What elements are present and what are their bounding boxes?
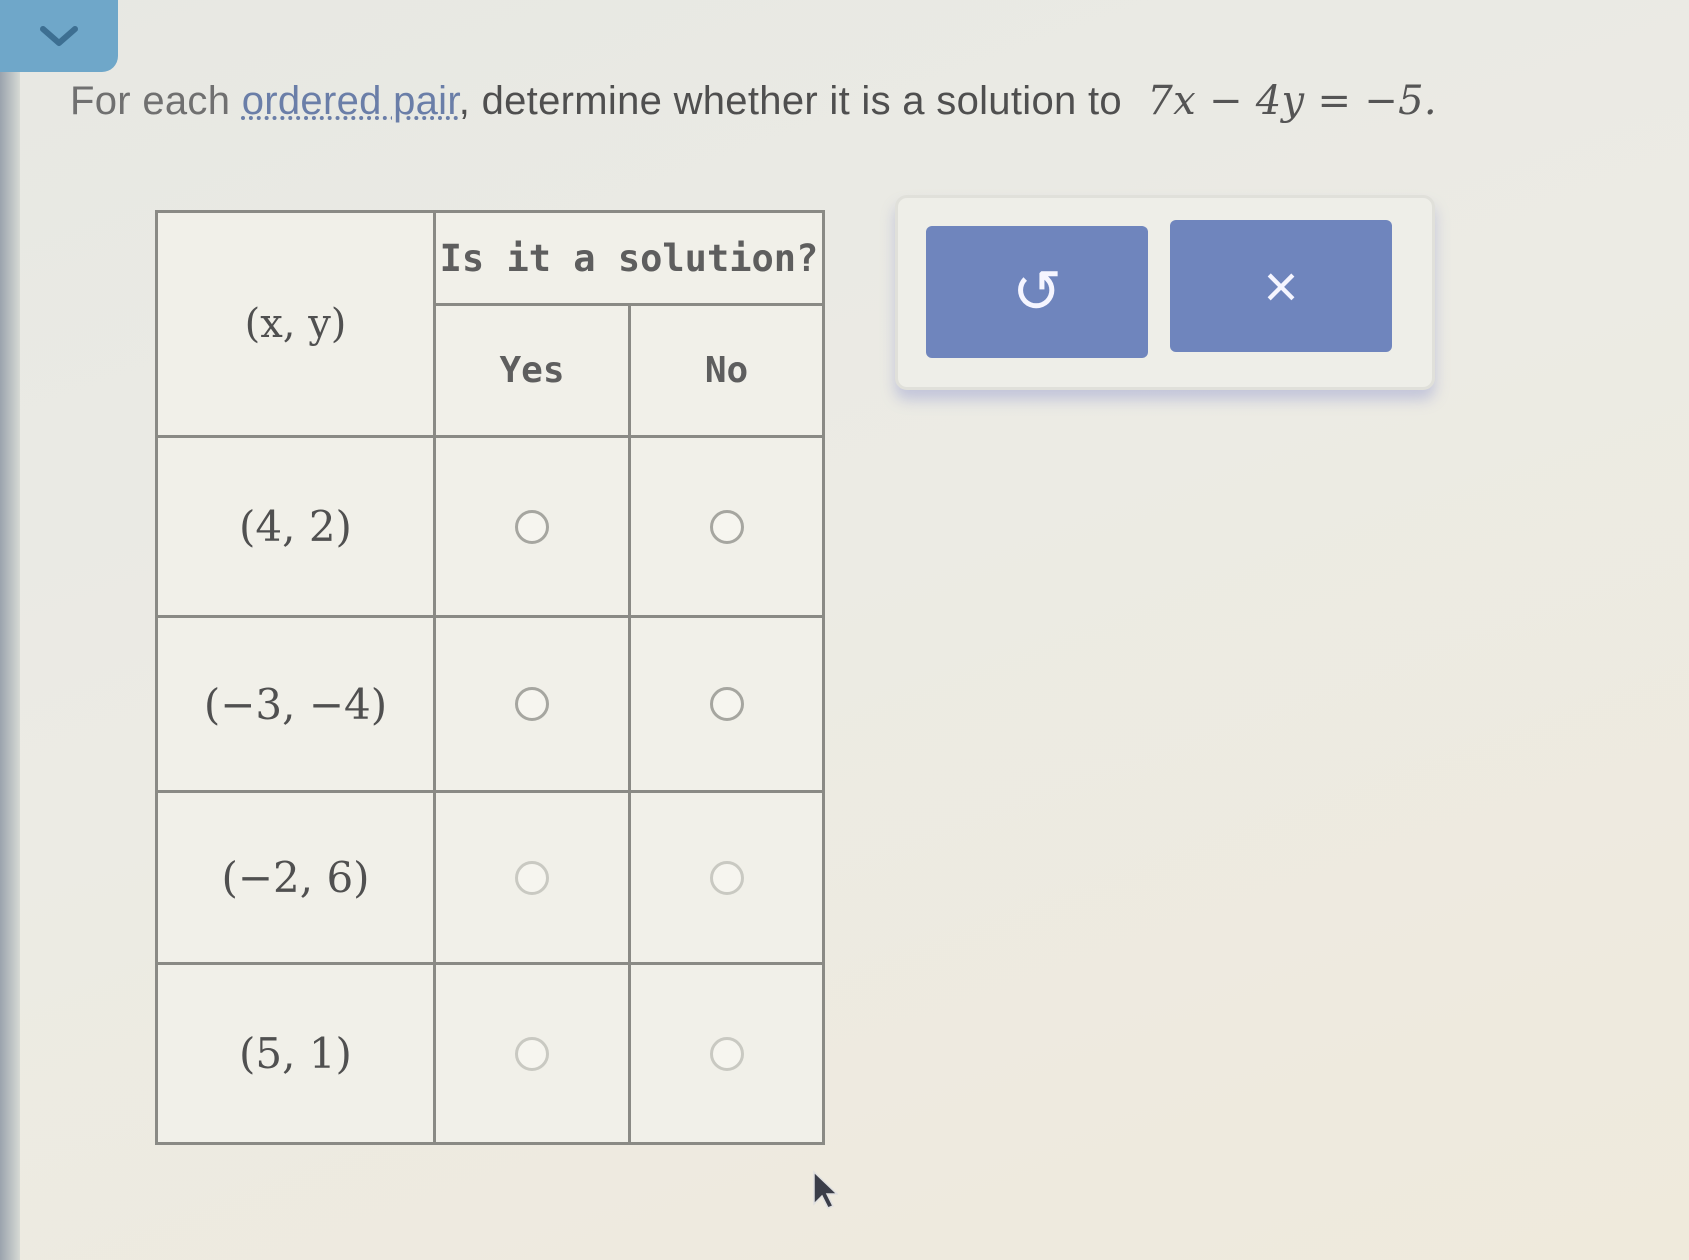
undo-button[interactable]: ↺ (926, 226, 1148, 358)
radio-no-row-3[interactable] (709, 860, 744, 895)
radio-yes-row-1[interactable] (515, 509, 549, 544)
clear-button[interactable]: × (1170, 220, 1392, 352)
radio-yes-row-2[interactable] (515, 687, 549, 721)
prompt-text: , determine whether it is a solution to (458, 79, 1122, 123)
radio-yes-row-3[interactable] (515, 860, 549, 895)
header-ordered-pair: (x, y) (158, 213, 433, 438)
radio-no-row-2[interactable] (709, 687, 744, 721)
table-row-pair-4: (5, 1) (239, 1029, 352, 1078)
equation: 7x − 4y = −5. (1147, 78, 1437, 124)
answer-toolbar: ↺ × (895, 195, 1435, 390)
question-prompt: For each ordered pair, determine whether… (70, 78, 1437, 124)
table-row-no-cell-4 (628, 965, 822, 1142)
close-icon: × (1263, 252, 1299, 320)
screen-edge (0, 0, 20, 1260)
ordered-pair-link[interactable]: ordered pair (242, 79, 459, 123)
table-row-pair-1: (4, 2) (158, 438, 433, 618)
mouse-cursor-icon (813, 1170, 838, 1209)
table-row-pair-3: (−2, 6) (158, 793, 433, 965)
solution-table: (x, y) Is it a solution? Yes No (4, 2) (… (155, 210, 825, 1145)
radio-yes-row-4[interactable] (515, 1036, 549, 1071)
prompt-lead: For each (70, 79, 231, 123)
header-is-solution: Is it a solution? (433, 213, 822, 306)
collapse-button[interactable] (0, 0, 118, 72)
table-row-no-cell-1 (628, 438, 822, 618)
table-row-yes-cell-1 (433, 438, 628, 618)
table-row-pair-2: (−3, −4) (158, 618, 433, 793)
table-row-yes-cell-2 (433, 618, 628, 793)
radio-no-row-4[interactable] (709, 1036, 744, 1071)
table-row-yes-cell-4 (433, 965, 628, 1142)
header-yes: Yes (433, 306, 628, 438)
undo-icon: ↺ (1011, 258, 1063, 325)
radio-no-row-1[interactable] (709, 509, 744, 544)
chevron-down-icon (40, 26, 78, 46)
table-row-no-cell-3 (628, 793, 822, 965)
table-row-no-cell-2 (628, 618, 822, 793)
table-row-yes-cell-3 (433, 793, 628, 965)
header-no: No (628, 306, 822, 438)
